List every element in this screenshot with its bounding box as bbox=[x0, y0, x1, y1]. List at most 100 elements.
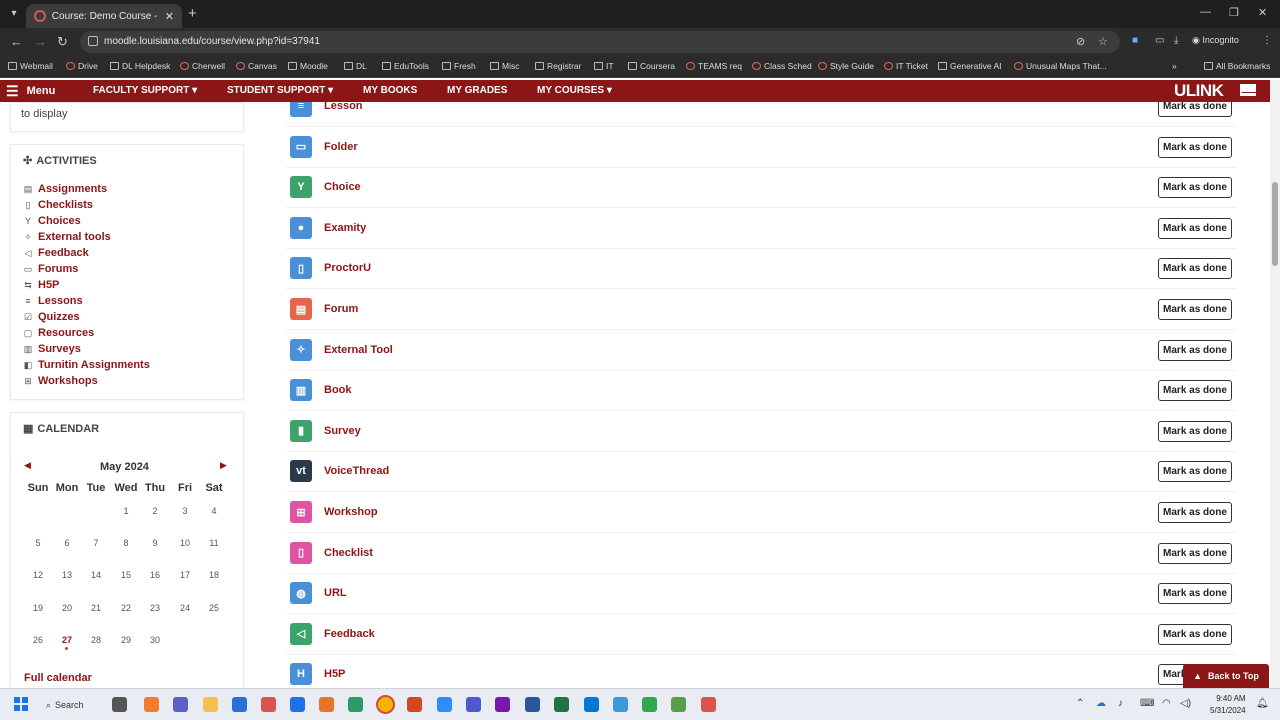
mark-as-done-button[interactable]: Mark as done bbox=[1158, 258, 1232, 280]
bookmark-unusual-maps[interactable]: Unusual Maps That... bbox=[1014, 61, 1107, 71]
activity-link[interactable]: Examity bbox=[324, 222, 366, 234]
close-window-icon[interactable]: ✕ bbox=[1258, 6, 1267, 19]
browser-menu-icon[interactable]: ⋮ bbox=[1262, 35, 1272, 46]
bookmark-misc[interactable]: Misc bbox=[490, 61, 519, 71]
menu-button[interactable]: ☰ Menu bbox=[6, 84, 55, 98]
calendar-day[interactable]: 13 bbox=[53, 570, 81, 580]
calendar-day[interactable]: 27 bbox=[53, 635, 81, 650]
activity-link[interactable]: VoiceThread bbox=[324, 465, 389, 477]
bookmark-canvas[interactable]: Canvas bbox=[236, 61, 277, 71]
outlook-icon[interactable] bbox=[584, 697, 599, 712]
powerpoint-icon[interactable] bbox=[407, 697, 422, 712]
bookmark-drive[interactable]: Drive bbox=[66, 61, 98, 71]
activity-link[interactable]: Book bbox=[324, 384, 352, 396]
omnibox[interactable]: moodle.louisiana.edu/course/view.php?id=… bbox=[80, 31, 1120, 53]
page-scrollbar[interactable] bbox=[1270, 80, 1280, 688]
back-icon[interactable]: ← bbox=[10, 34, 23, 49]
sidebar-item-checklists[interactable]: ▯ Checklists bbox=[23, 197, 150, 213]
calendar-day[interactable]: 22 bbox=[112, 603, 140, 613]
mail-app-icon[interactable] bbox=[290, 697, 305, 712]
nav-faculty-support[interactable]: FACULTY SUPPORT ▾ bbox=[93, 85, 197, 96]
calendar-day[interactable]: 11 bbox=[200, 538, 228, 548]
mark-as-done-button[interactable]: Mark as done bbox=[1158, 299, 1232, 320]
calendar-day[interactable]: 26 bbox=[24, 635, 52, 645]
incognito-label[interactable]: ◉ Incognito bbox=[1192, 35, 1239, 46]
bookmark-moodle[interactable]: Moodle bbox=[288, 61, 328, 71]
calendar-day[interactable]: 19 bbox=[24, 603, 52, 613]
mark-as-done-button[interactable]: Mark as done bbox=[1158, 380, 1232, 402]
calendar-next-icon[interactable]: ▶ bbox=[220, 460, 227, 471]
calendar-day[interactable]: 10 bbox=[171, 538, 199, 548]
calendar-day[interactable]: 2 bbox=[141, 506, 169, 516]
mark-as-done-button[interactable]: Mark as done bbox=[1158, 177, 1232, 199]
calendar-day[interactable]: 30 bbox=[141, 635, 169, 645]
mark-as-done-button[interactable]: Mark as done bbox=[1158, 217, 1232, 239]
mark-as-done-button[interactable]: Mark as done bbox=[1158, 542, 1232, 564]
tab-close-icon[interactable]: ✕ bbox=[165, 10, 174, 23]
taskbar-search[interactable]: ⌕ Search bbox=[46, 694, 96, 716]
bookmark-edutools[interactable]: EduTools bbox=[382, 61, 429, 71]
app-icon[interactable] bbox=[144, 697, 159, 712]
microphone-icon[interactable]: ♪ bbox=[1118, 698, 1123, 709]
eye-off-icon[interactable]: ⊘ bbox=[1076, 35, 1085, 48]
calendar-day[interactable]: 6 bbox=[53, 538, 81, 548]
calendar-day[interactable]: 23 bbox=[141, 603, 169, 613]
word-icon[interactable] bbox=[525, 697, 540, 712]
sidebar-item-surveys[interactable]: ▥ Surveys bbox=[23, 341, 150, 357]
activity-link[interactable]: Workshop bbox=[324, 506, 378, 518]
tray-overflow-icon[interactable]: ⌃ bbox=[1076, 698, 1084, 709]
calendar-day[interactable]: 12 bbox=[24, 570, 52, 580]
activity-link[interactable]: H5P bbox=[324, 668, 345, 680]
calendar-day[interactable]: 5 bbox=[24, 538, 52, 548]
app-icon[interactable] bbox=[261, 697, 276, 712]
calendar-day[interactable]: 29 bbox=[112, 635, 140, 645]
onedrive-icon[interactable]: ☁ bbox=[1096, 698, 1106, 709]
file-explorer-icon[interactable] bbox=[203, 697, 218, 712]
sidebar-item-external-tools[interactable]: ✧ External tools bbox=[23, 229, 150, 245]
calendar-day[interactable]: 21 bbox=[82, 603, 110, 613]
activity-link[interactable]: Lesson bbox=[324, 102, 363, 112]
bookmark-it-ticket[interactable]: IT Ticket bbox=[884, 61, 928, 71]
calendar-day[interactable]: 20 bbox=[53, 603, 81, 613]
sidebar-item-choices[interactable]: Y Choices bbox=[23, 213, 150, 229]
activity-link[interactable]: ProctorU bbox=[324, 262, 371, 274]
calendar-day[interactable]: 17 bbox=[171, 570, 199, 580]
bookmark-webmail[interactable]: Webmail bbox=[8, 61, 53, 71]
notification-icon[interactable]: 🔔︎ bbox=[1256, 698, 1269, 709]
bookmark-style-guide[interactable]: Style Guide bbox=[818, 61, 874, 71]
firefox-icon[interactable] bbox=[319, 697, 334, 712]
bookmarks-overflow-icon[interactable]: » bbox=[1172, 61, 1177, 71]
new-tab-icon[interactable]: + bbox=[188, 5, 197, 22]
chrome-icon[interactable] bbox=[378, 697, 393, 712]
activity-link[interactable]: Choice bbox=[324, 181, 361, 193]
calendar-day[interactable]: 8 bbox=[112, 538, 140, 548]
full-calendar-link[interactable]: Full calendar bbox=[24, 672, 92, 684]
activity-link[interactable]: Folder bbox=[324, 141, 358, 153]
sidebar-item-quizzes[interactable]: ☑ Quizzes bbox=[23, 309, 150, 325]
edge-icon[interactable] bbox=[348, 697, 363, 712]
sidebar-item-turnitin-assignments[interactable]: ◧ Turnitin Assignments bbox=[23, 357, 150, 373]
bookmark-coursera[interactable]: Coursera bbox=[628, 61, 675, 71]
nav-my-books[interactable]: MY BOOKS bbox=[363, 85, 417, 96]
bookmark-registrar[interactable]: Registrar bbox=[535, 61, 581, 71]
wifi-icon[interactable]: ◠ bbox=[1162, 698, 1171, 709]
envelope-icon[interactable] bbox=[1240, 84, 1256, 96]
bookmark-fresh[interactable]: Fresh bbox=[442, 61, 476, 71]
side-panel-icon[interactable]: ▭ bbox=[1155, 35, 1164, 46]
calendar-day[interactable]: 15 bbox=[112, 570, 140, 580]
app-icon[interactable] bbox=[613, 697, 628, 712]
calendar-day[interactable]: 25 bbox=[200, 603, 228, 613]
url-text[interactable]: moodle.louisiana.edu/course/view.php?id=… bbox=[104, 36, 320, 47]
bookmark-class-sched[interactable]: Class Sched bbox=[752, 61, 812, 71]
browser-tab[interactable]: Course: Demo Course - Mike | U ✕ bbox=[26, 4, 182, 28]
nav-my-grades[interactable]: MY GRADES bbox=[447, 85, 507, 96]
sidebar-item-h5p[interactable]: ⇆ H5P bbox=[23, 277, 150, 293]
mark-as-done-button[interactable]: Mark as done bbox=[1158, 420, 1232, 442]
minimize-icon[interactable]: — bbox=[1200, 6, 1211, 18]
site-info-icon[interactable] bbox=[88, 36, 98, 46]
calendar-day[interactable]: 24 bbox=[171, 603, 199, 613]
sidebar-item-forums[interactable]: ▭ Forums bbox=[23, 261, 150, 277]
activity-link[interactable]: URL bbox=[324, 587, 347, 599]
sidebar-item-lessons[interactable]: ≡ Lessons bbox=[23, 293, 150, 309]
scrollbar-thumb[interactable] bbox=[1272, 182, 1278, 266]
